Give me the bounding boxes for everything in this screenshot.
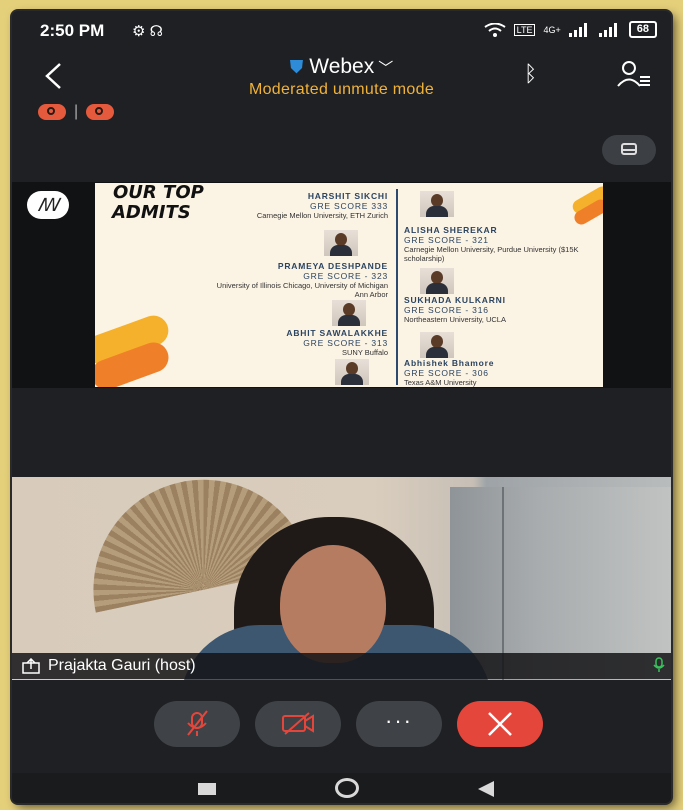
admit-entry: Abhishek Bhamore GRE SCORE - 306 Texas A… (404, 358, 574, 387)
admit-score: GRE SCORE - 316 (404, 305, 489, 315)
indicator-divider: | (74, 103, 79, 120)
app-header: ⛊ Webex ﹀ Moderated unmute mode ᛒ (12, 47, 671, 107)
shared-content-area: ꟿ OUR TOP ADMITS HARSHIT SIKCHI GRE SCOR… (12, 182, 671, 388)
shield-icon: ⛊ (289, 57, 304, 77)
admit-entry: ALISHA SHEREKAR GRE SCORE - 321 Carnegie… (404, 225, 601, 263)
admit-score: GRE SCORE - 306 (404, 368, 489, 378)
app-title[interactable]: ⛊ Webex ﹀ (12, 55, 671, 79)
signal-icon (568, 22, 591, 37)
admit-detail: University of Illinois Chicago, Universi… (216, 281, 388, 299)
admit-photo (335, 359, 369, 385)
system-nav-bar (12, 773, 671, 803)
status-bar: 2:50 PM ⚙ ☊ LTE 4G+ 68 (12, 11, 671, 47)
close-icon (488, 712, 512, 736)
admit-entry: PRAMEYA DESHPANDE GRE SCORE - 323 Univer… (213, 261, 388, 299)
volte-badge: LTE (513, 23, 536, 36)
admit-score: GRE SCORE 333 (310, 201, 388, 211)
home-button[interactable] (335, 778, 359, 798)
admit-photo (420, 332, 454, 358)
admit-name: PRAMEYA DESHPANDE (277, 261, 388, 271)
meeting-mode-label: Moderated unmute mode (248, 81, 435, 98)
admit-name: Abhishek Bhamore (404, 358, 495, 368)
recent-apps-button[interactable] (198, 783, 216, 795)
mic-active-icon (653, 657, 665, 672)
admit-score: GRE SCORE - 313 (303, 338, 388, 348)
slide-title-line2: ADMITS (112, 202, 191, 223)
admit-entry: HARSHIT SIKCHI GRE SCORE 333 Carnegie Me… (255, 191, 388, 220)
video-off-icon (282, 712, 314, 735)
admit-detail: Carnegie Mellon University, Purdue Unive… (404, 245, 579, 263)
participant-name: Prajakta Gauri (host) (48, 657, 196, 674)
shared-slide: OUR TOP ADMITS HARSHIT SIKCHI GRE SCORE … (95, 183, 603, 387)
admit-photo (420, 268, 454, 294)
network-type: 4G+ (543, 24, 561, 35)
mute-button[interactable] (154, 701, 240, 747)
more-options-button[interactable]: ··· (356, 701, 442, 747)
status-indicators: | (38, 103, 115, 121)
mic-muted-icon (187, 710, 208, 736)
layout-toggle-button[interactable] (602, 135, 656, 165)
notification-icons: ⚙ ☊ (132, 23, 163, 40)
wifi-icon (484, 22, 506, 37)
bluetooth-icon[interactable]: ᛒ (524, 61, 537, 87)
back-button[interactable] (478, 781, 494, 797)
annotate-button[interactable]: ꟿ (27, 191, 69, 219)
admit-detail: Carnegie Mellon University, ETH Zurich (256, 211, 388, 220)
slide-title: OUR TOP ADMITS (99, 183, 204, 223)
admit-entry: SUKHADA KULKARNI GRE SCORE - 316 Northea… (404, 295, 574, 324)
annotate-icon: ꟿ (37, 195, 59, 215)
more-icon: ··· (385, 708, 413, 733)
admit-photo (324, 230, 358, 256)
admit-photo (332, 300, 366, 326)
admit-name: HARSHIT SIKCHI (307, 191, 388, 201)
video-button[interactable] (255, 701, 341, 747)
admit-name: ALISHA SHEREKAR (404, 225, 498, 235)
chevron-down-icon: ﹀ (378, 60, 394, 77)
participants-icon[interactable] (616, 59, 652, 89)
phone-screen: 2:50 PM ⚙ ☊ LTE 4G+ 68 ⛊ Webex ﹀ Moderated… (12, 11, 671, 803)
end-call-button[interactable] (457, 701, 543, 747)
participant-face (280, 545, 386, 663)
admit-score: GRE SCORE - 321 (404, 235, 489, 245)
admit-detail: SUNY Buffalo (342, 348, 388, 357)
status-time: 2:50 PM (40, 21, 105, 40)
admit-entry: ABHIT SAWALAKKHE GRE SCORE - 313 SUNY Bu… (245, 328, 388, 357)
muted-indicator-icon (38, 104, 66, 120)
admit-score: GRE SCORE - 323 (303, 271, 388, 281)
app-name: Webex (309, 55, 375, 78)
admit-detail: Northeastern University, UCLA (404, 315, 506, 324)
cabinet-background (450, 487, 671, 680)
participant-video[interactable] (12, 477, 671, 680)
battery-icon: 68 (628, 21, 657, 38)
admit-detail: Texas A&M University (404, 378, 477, 387)
status-right: LTE 4G+ 68 (484, 21, 657, 38)
admit-photo (420, 191, 454, 217)
recording-indicator-icon (86, 104, 115, 120)
meeting-controls: ··· (12, 701, 671, 757)
admit-name: SUKHADA KULKARNI (404, 295, 506, 305)
admit-name: ABHIT SAWALAKKHE (286, 328, 388, 338)
signal-icon-2 (598, 22, 621, 37)
slide-title-line1: OUR TOP (113, 183, 204, 203)
layout-icon (621, 143, 637, 155)
share-screen-icon (22, 658, 40, 674)
participant-name-bar: Prajakta Gauri (host) (12, 653, 671, 679)
timeline-line (396, 189, 398, 385)
